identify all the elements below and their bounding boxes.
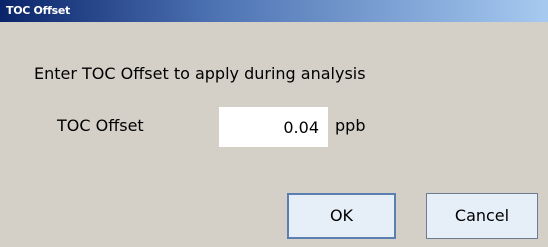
instruction-text: Enter TOC Offset to apply during analysi… [34, 64, 366, 83]
toc-offset-input[interactable] [219, 107, 328, 147]
toc-offset-label: TOC Offset [57, 116, 144, 135]
cancel-button[interactable]: Cancel [426, 193, 538, 239]
ok-button[interactable]: OK [287, 193, 396, 239]
unit-label: ppb [335, 116, 366, 135]
title-bar[interactable]: TOC Offset [0, 0, 548, 22]
toc-offset-dialog: TOC Offset Enter TOC Offset to apply dur… [0, 0, 548, 247]
window-title: TOC Offset [6, 4, 70, 17]
